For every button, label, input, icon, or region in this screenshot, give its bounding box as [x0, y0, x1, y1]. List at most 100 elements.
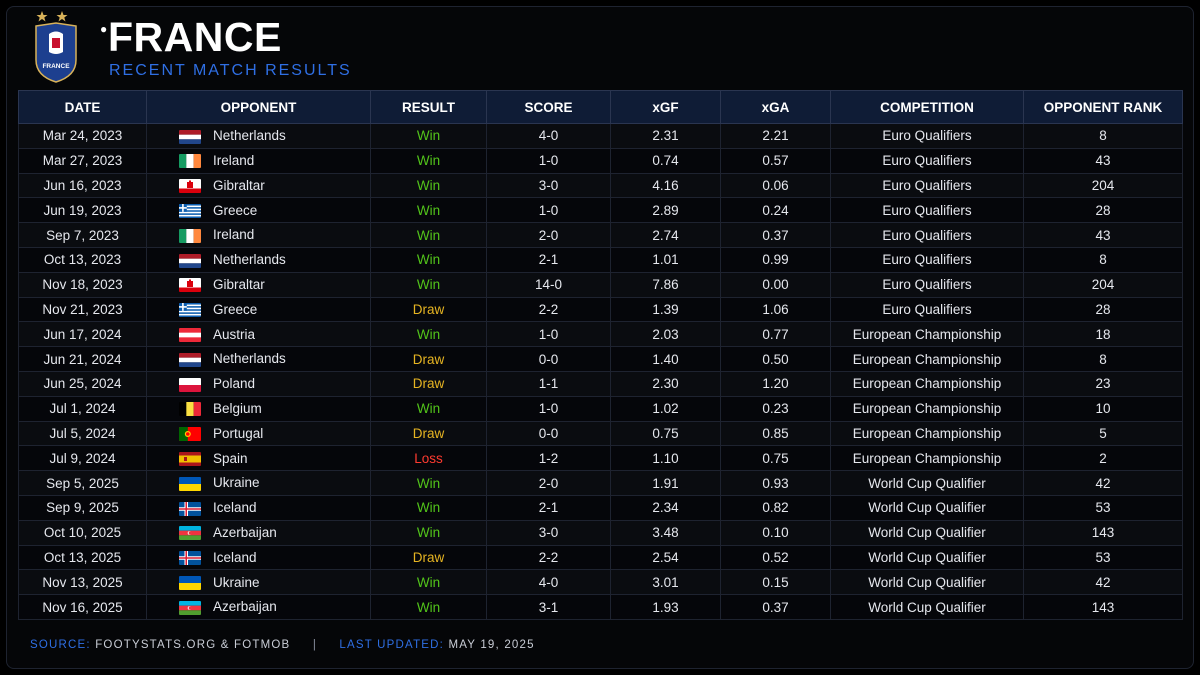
cell-result: Win [370, 321, 487, 348]
cell-opponent: Greece [146, 197, 371, 224]
cell-score: 3-0 [486, 519, 611, 546]
cell-date: Jun 21, 2024 [18, 346, 147, 372]
cell-competition: European Championship [830, 445, 1024, 472]
opponent-name: Gibraltar [213, 276, 265, 292]
cell-xgf: 0.74 [610, 147, 721, 174]
footer: SOURCE: FOOTYSTATS.ORG & FOTMOB | LAST U… [30, 639, 535, 651]
table-row: Nov 13, 2025 Ukraine Win 4-0 3.01 0.15 World C… [18, 569, 1183, 596]
netherlands-flag-icon [179, 352, 201, 367]
belgium-flag-icon [179, 402, 201, 417]
cell-competition: World Cup Qualifier [830, 470, 1024, 496]
updated-label: LAST UPDATED: [339, 639, 445, 651]
table-row: Oct 10, 2025 Azerbaijan Win 3-0 3.48 0.10 Worl… [18, 519, 1183, 546]
cell-score: 4-0 [486, 569, 611, 596]
cell-date: Jun 25, 2024 [18, 370, 147, 397]
cell-result: Draw [370, 544, 487, 571]
cell-opponent: Gibraltar [146, 172, 371, 199]
cell-score: 2-2 [486, 544, 611, 571]
table-row: Nov 21, 2023 Greece Draw 2-2 1.39 1.06 Euro Qu… [18, 296, 1183, 323]
cell-competition: World Cup Qualifier [830, 519, 1024, 546]
cell-result: Draw [370, 296, 487, 323]
cell-opponent: Ukraine [146, 470, 371, 496]
table-row: Oct 13, 2025 Iceland Draw 2-2 2.54 0.52 World … [18, 544, 1183, 571]
cell-result: Win [370, 569, 487, 596]
cell-opponent: Portugal [146, 420, 371, 447]
cell-score: 1-0 [486, 197, 611, 224]
title-mark-icon: ● [100, 22, 108, 36]
cell-opponent: Ireland [146, 222, 371, 248]
cell-xgf: 2.03 [610, 321, 721, 348]
cell-date: Sep 7, 2023 [18, 222, 147, 248]
column-header-opponent: OPPONENT [146, 90, 371, 124]
cell-result: Win [370, 123, 487, 149]
cell-xga: 0.37 [720, 222, 831, 248]
cell-date: Nov 18, 2023 [18, 271, 147, 298]
cell-opponent-rank: 143 [1023, 519, 1183, 546]
cell-xga: 0.23 [720, 395, 831, 422]
austria-flag-icon [179, 327, 201, 342]
opponent-name: Spain [213, 450, 248, 466]
cell-competition: European Championship [830, 321, 1024, 348]
opponent-name: Austria [213, 326, 256, 342]
portugal-flag-icon [179, 427, 201, 442]
cell-competition: European Championship [830, 395, 1024, 422]
column-header-opponent-rank: OPPONENT RANK [1023, 90, 1183, 124]
opponent-name: Greece [213, 202, 258, 218]
cell-opponent: Gibraltar [146, 271, 371, 298]
azerbaijan-flag-icon [179, 526, 201, 541]
cell-opponent: Greece [146, 296, 371, 323]
cell-xgf: 0.75 [610, 420, 721, 447]
cell-opponent: Spain [146, 445, 371, 472]
cell-xgf: 2.34 [610, 494, 721, 521]
cell-result: Win [370, 494, 487, 521]
cell-score: 1-0 [486, 395, 611, 422]
cell-result: Win [370, 271, 487, 298]
opponent-name: Portugal [213, 425, 264, 441]
cell-opponent: Azerbaijan [146, 594, 371, 620]
cell-score: 2-2 [486, 296, 611, 323]
cell-xga: 1.06 [720, 296, 831, 323]
cell-result: Draw [370, 370, 487, 397]
cell-opponent-rank: 8 [1023, 123, 1183, 149]
cell-xga: 0.77 [720, 321, 831, 348]
cell-opponent-rank: 43 [1023, 222, 1183, 248]
ukraine-flag-icon [179, 476, 201, 491]
cell-competition: World Cup Qualifier [830, 544, 1024, 571]
cell-opponent-rank: 204 [1023, 271, 1183, 298]
cell-xgf: 2.30 [610, 370, 721, 397]
cell-xga: 2.21 [720, 123, 831, 149]
cell-date: Jun 16, 2023 [18, 172, 147, 199]
footer-separator: | [312, 639, 318, 651]
cell-xga: 0.24 [720, 197, 831, 224]
spain-flag-icon [179, 451, 201, 466]
opponent-name: Netherlands [213, 351, 286, 367]
cell-competition: Euro Qualifiers [830, 271, 1024, 298]
table-row: Jun 25, 2024 Poland Draw 1-1 2.30 1.20 Europea… [18, 370, 1183, 397]
cell-xga: 0.52 [720, 544, 831, 571]
cell-xga: 0.99 [720, 246, 831, 273]
cell-xgf: 1.40 [610, 346, 721, 372]
cell-opponent-rank: 43 [1023, 147, 1183, 174]
cell-xgf: 1.39 [610, 296, 721, 323]
greece-flag-icon [179, 303, 201, 318]
cell-xgf: 1.93 [610, 594, 721, 620]
table-row: Jun 16, 2023 Gibraltar Win 3-0 4.16 0.06 Euro … [18, 172, 1183, 199]
cell-score: 1-0 [486, 321, 611, 348]
table-row: Jul 9, 2024 Spain Loss 1-2 1.10 0.75 European … [18, 445, 1183, 472]
cell-xga: 0.37 [720, 594, 831, 620]
azerbaijan-flag-icon [179, 600, 201, 615]
updated-value: MAY 19, 2025 [448, 639, 535, 651]
cell-result: Draw [370, 420, 487, 447]
cell-competition: European Championship [830, 346, 1024, 372]
column-header-date: DATE [18, 90, 147, 124]
source-value: FOOTYSTATS.ORG & FOTMOB [95, 639, 291, 651]
cell-xga: 0.82 [720, 494, 831, 521]
ireland-flag-icon [179, 154, 201, 169]
opponent-name: Belgium [213, 400, 262, 416]
cell-xga: 0.93 [720, 470, 831, 496]
cell-opponent-rank: 8 [1023, 246, 1183, 273]
cell-opponent: Netherlands [146, 123, 371, 149]
table-row: Jul 1, 2024 Belgium Win 1-0 1.02 0.23 European… [18, 395, 1183, 422]
cell-xgf: 1.91 [610, 470, 721, 496]
cell-xga: 0.10 [720, 519, 831, 546]
